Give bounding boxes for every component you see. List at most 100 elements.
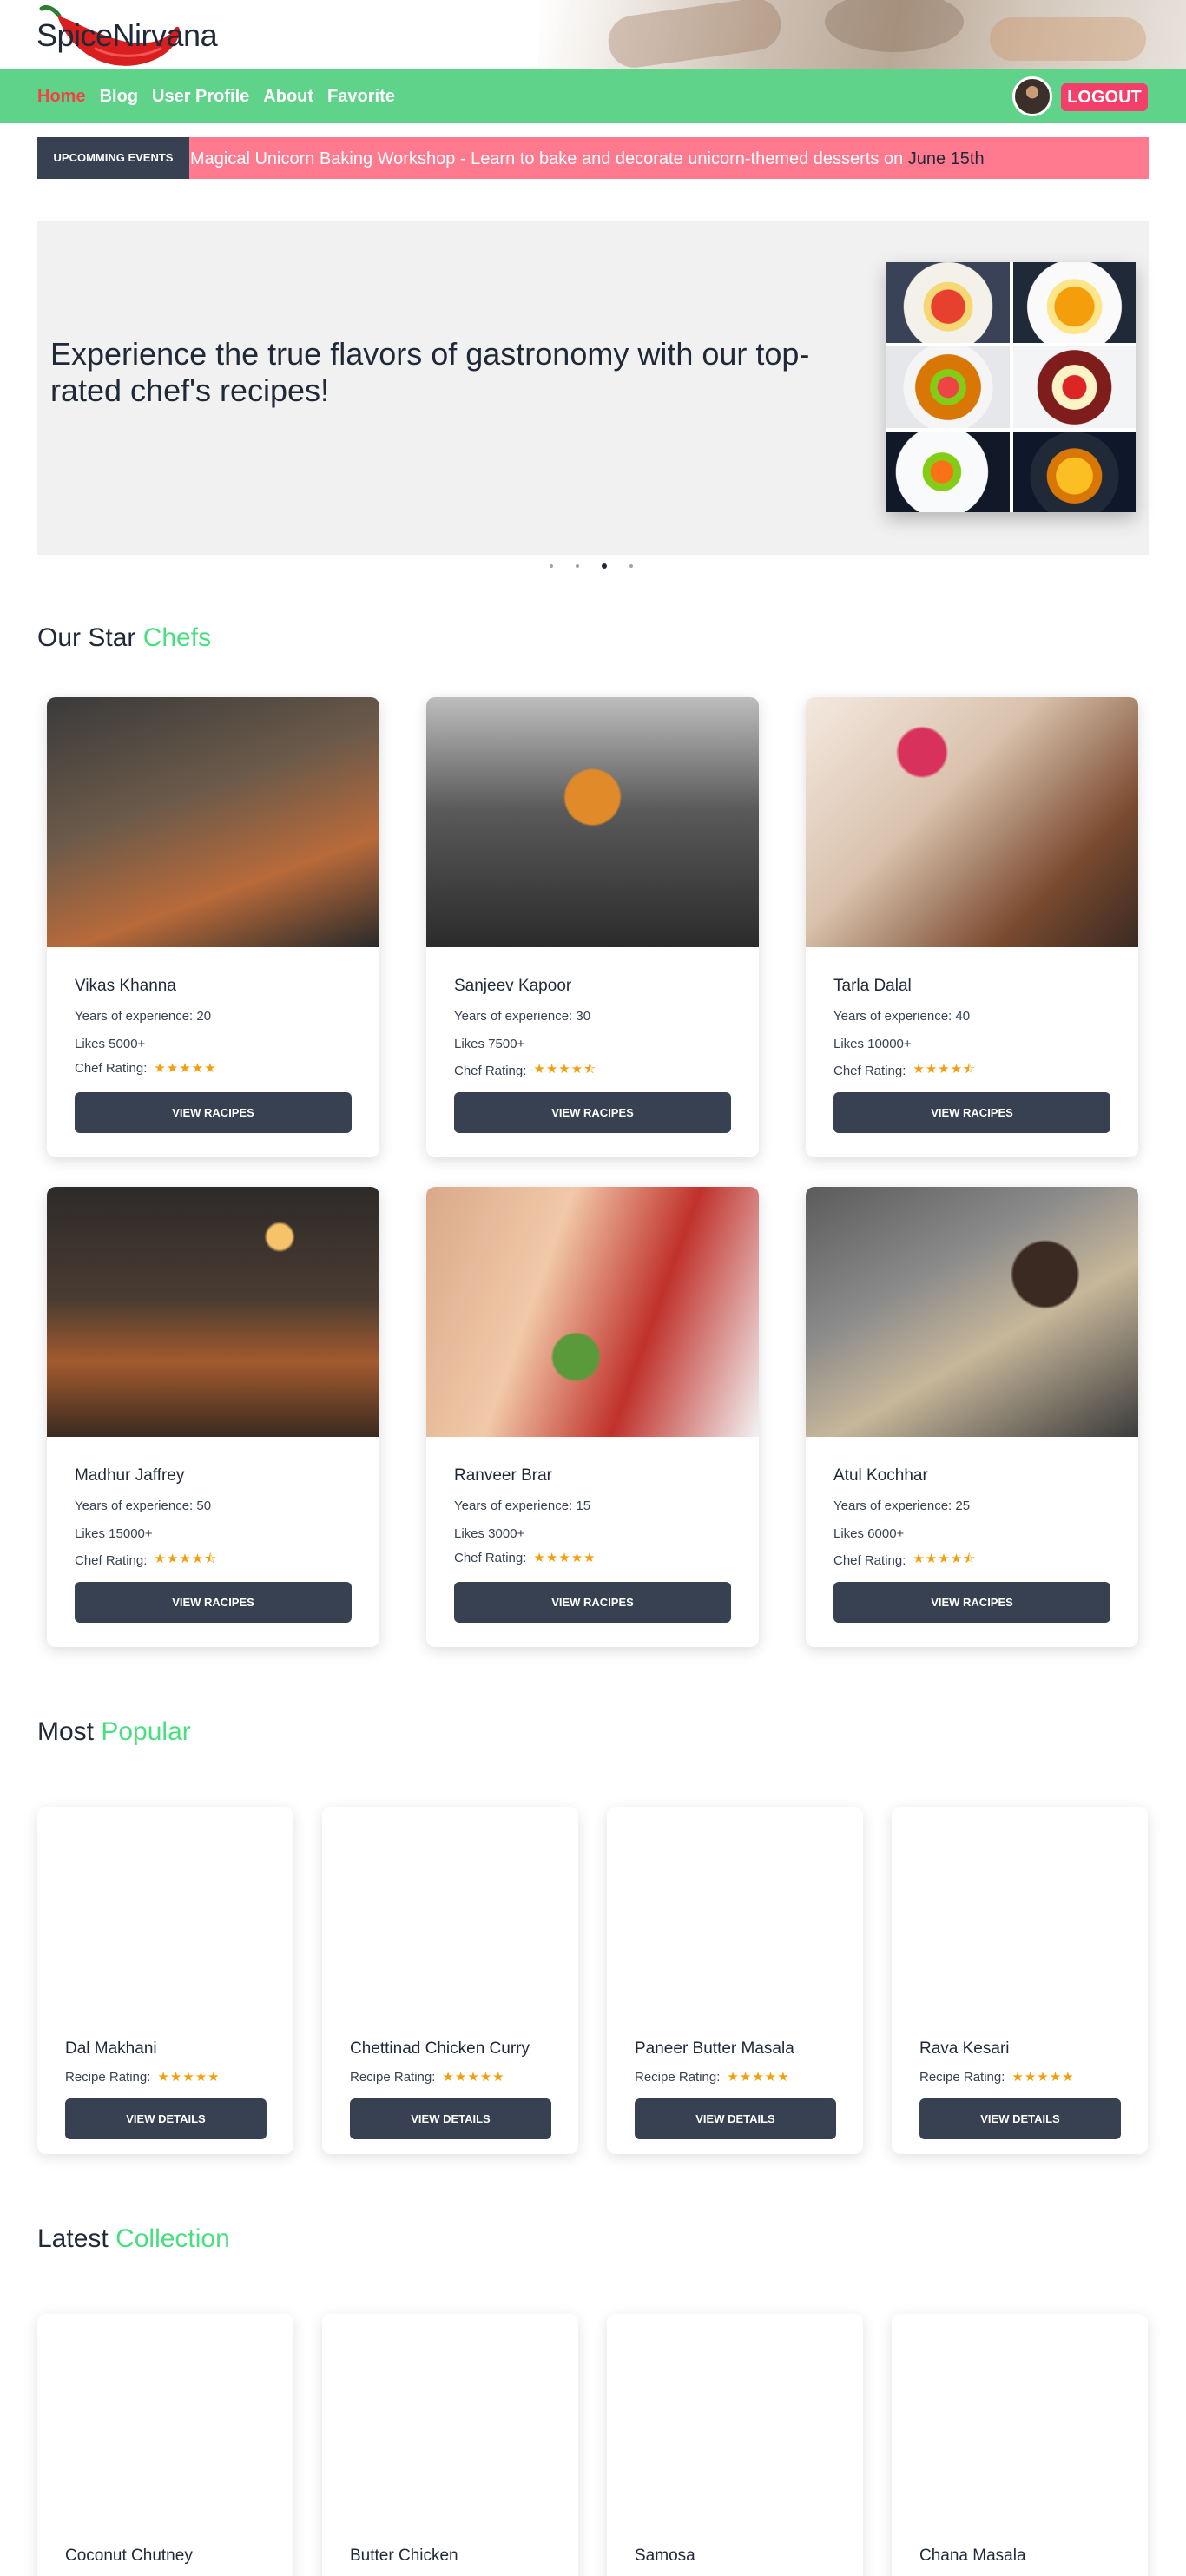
hero-carousel: Experience the true flavors of gastronom… <box>37 221 1149 555</box>
chefs-section-title: Our Star Chefs <box>37 623 212 652</box>
star-rating-icon: ★★★★★ <box>157 2069 221 2085</box>
header: SpiceNirvana <box>0 0 1186 69</box>
events-ticker[interactable]: Magical Unicorn Baking Workshop - Learn … <box>190 149 985 169</box>
chef-card[interactable]: Atul Kochhar Years of experience: 25 Lik… <box>806 1187 1138 1647</box>
recipe-rating-label: Recipe Rating: <box>65 2069 151 2085</box>
recipe-rating: Recipe Rating: ★★★★★ <box>919 2069 1075 2085</box>
header-food-banner-image <box>538 0 1186 69</box>
chef-card[interactable]: Sanjeev Kapoor Years of experience: 30 L… <box>426 697 759 1157</box>
recipe-card[interactable]: Butter Chicken Recipe Rating: ★★★★★ <box>322 2314 578 2576</box>
recipe-image[interactable] <box>322 1807 578 2024</box>
chef-experience: Years of experience: 25 <box>833 1499 971 1513</box>
chef-photo[interactable] <box>806 1187 1138 1437</box>
carousel-dot-4[interactable] <box>629 564 633 568</box>
recipe-name: Rava Kesari <box>919 2039 1010 2058</box>
chef-photo[interactable] <box>806 697 1138 947</box>
chef-rating: Chef Rating: ★★★★⯪ <box>833 1060 976 1082</box>
recipe-name: Chettinad Chicken Curry <box>350 2039 530 2058</box>
view-recipes-button[interactable]: VIEW RACIPES <box>833 1092 1110 1133</box>
chef-likes: Likes 10000+ <box>833 1037 912 1051</box>
chef-likes: Likes 6000+ <box>833 1526 905 1541</box>
view-recipes-button[interactable]: VIEW RACIPES <box>833 1582 1110 1623</box>
chef-rating: Chef Rating: ★★★★⯪ <box>454 1060 596 1082</box>
chef-rating-label: Chef Rating: <box>75 1553 148 1568</box>
recipe-card[interactable]: Coconut Chutney Recipe Rating: ★★★★★ <box>37 2314 293 2576</box>
nav-favorite[interactable]: Favorite <box>327 87 395 107</box>
recipe-name: Samosa <box>635 2546 695 2565</box>
carousel-indicators <box>550 563 633 569</box>
view-recipes-button[interactable]: VIEW RACIPES <box>454 1582 731 1623</box>
chef-photo[interactable] <box>426 1187 759 1437</box>
recipe-card[interactable]: Paneer Butter Masala Recipe Rating: ★★★★… <box>607 1807 863 2154</box>
view-details-button[interactable]: VIEW DETAILS <box>65 2098 267 2139</box>
nav-blog[interactable]: Blog <box>100 87 138 107</box>
chef-likes: Likes 7500+ <box>454 1037 525 1051</box>
chef-experience: Years of experience: 40 <box>833 1009 971 1024</box>
carousel-dot-2[interactable] <box>576 564 579 568</box>
chef-name: Sanjeev Kapoor <box>454 977 572 995</box>
chef-card[interactable]: Ranveer Brar Years of experience: 15 Lik… <box>426 1187 759 1647</box>
chef-likes: Likes 3000+ <box>454 1526 525 1541</box>
recipe-card[interactable]: Chana Masala Recipe Rating: ★★★★★ <box>892 2314 1148 2576</box>
star-rating-icon: ★★★★★ <box>533 1550 596 1565</box>
star-rating-icon: ★★★★⯪ <box>913 1061 977 1077</box>
recipe-image[interactable] <box>892 1807 1148 2024</box>
star-rating-icon: ★★★★★ <box>154 1060 217 1076</box>
chef-photo[interactable] <box>47 1187 379 1437</box>
chef-photo[interactable] <box>426 697 759 947</box>
chef-name: Vikas Khanna <box>75 977 176 995</box>
recipe-card[interactable]: Dal Makhani Recipe Rating: ★★★★★ VIEW DE… <box>37 1807 293 2154</box>
chef-experience: Years of experience: 50 <box>75 1499 212 1513</box>
chef-photo[interactable] <box>47 697 379 947</box>
user-avatar[interactable] <box>1012 76 1052 116</box>
hero-food-collage-image <box>886 262 1136 512</box>
chef-likes: Likes 15000+ <box>75 1526 153 1541</box>
recipe-image[interactable] <box>607 1807 863 2024</box>
chef-rating: Chef Rating: ★★★★⯪ <box>75 1550 217 1571</box>
recipe-image[interactable] <box>607 2314 863 2531</box>
recipe-image[interactable] <box>37 2314 293 2531</box>
recipe-card[interactable]: Samosa Recipe Rating: ★★★★★ <box>607 2314 863 2576</box>
events-text: Magical Unicorn Baking Workshop - Learn … <box>190 149 908 168</box>
chef-experience: Years of experience: 30 <box>454 1009 591 1024</box>
view-recipes-button[interactable]: VIEW RACIPES <box>75 1092 352 1133</box>
view-recipes-button[interactable]: VIEW RACIPES <box>454 1092 731 1133</box>
nav-user-profile[interactable]: User Profile <box>152 87 249 107</box>
carousel-dot-1[interactable] <box>550 564 553 568</box>
recipe-image[interactable] <box>37 1807 293 2024</box>
carousel-dot-3[interactable] <box>602 563 607 569</box>
logout-button[interactable]: LOGOUT <box>1061 83 1148 111</box>
chef-name: Madhur Jaffrey <box>75 1466 185 1485</box>
recipe-name: Butter Chicken <box>350 2546 458 2565</box>
recipe-name: Coconut Chutney <box>65 2546 193 2565</box>
view-details-button[interactable]: VIEW DETAILS <box>919 2098 1121 2139</box>
view-details-button[interactable]: VIEW DETAILS <box>635 2098 836 2139</box>
recipe-rating: Recipe Rating: ★★★★★ <box>350 2069 505 2085</box>
chef-rating: Chef Rating: ★★★★★ <box>454 1550 596 1565</box>
nav-home[interactable]: Home <box>37 87 86 107</box>
chef-rating: Chef Rating: ★★★★★ <box>75 1060 217 1076</box>
recipe-rating: Recipe Rating: ★★★★★ <box>65 2069 221 2085</box>
nav-links: Home Blog User Profile About Favorite <box>37 87 395 107</box>
recipe-image[interactable] <box>892 2314 1148 2531</box>
nav-about[interactable]: About <box>263 87 313 107</box>
view-recipes-button[interactable]: VIEW RACIPES <box>75 1582 352 1623</box>
view-details-button[interactable]: VIEW DETAILS <box>350 2098 551 2139</box>
recipe-name: Chana Masala <box>919 2546 1026 2565</box>
brand-logo[interactable]: SpiceNirvana <box>36 17 218 54</box>
recipe-rating-label: Recipe Rating: <box>635 2069 721 2085</box>
chef-name: Tarla Dalal <box>833 977 912 995</box>
recipe-card[interactable]: Chettinad Chicken Curry Recipe Rating: ★… <box>322 1807 578 2154</box>
recipe-name: Dal Makhani <box>65 2039 157 2058</box>
chef-card[interactable]: Vikas Khanna Years of experience: 20 Lik… <box>47 697 379 1157</box>
chef-experience: Years of experience: 15 <box>454 1499 591 1513</box>
chef-card[interactable]: Tarla Dalal Years of experience: 40 Like… <box>806 697 1138 1157</box>
recipe-image[interactable] <box>322 2314 578 2531</box>
chef-rating-label: Chef Rating: <box>454 1550 527 1565</box>
recipe-rating-label: Recipe Rating: <box>919 2069 1005 2085</box>
star-rating-icon: ★★★★★ <box>1011 2069 1075 2085</box>
recipe-card[interactable]: Rava Kesari Recipe Rating: ★★★★★ VIEW DE… <box>892 1807 1148 2154</box>
events-date: June 15th <box>907 149 985 168</box>
chef-card[interactable]: Madhur Jaffrey Years of experience: 50 L… <box>47 1187 379 1647</box>
hero-title: Experience the true flavors of gastronom… <box>50 336 810 408</box>
